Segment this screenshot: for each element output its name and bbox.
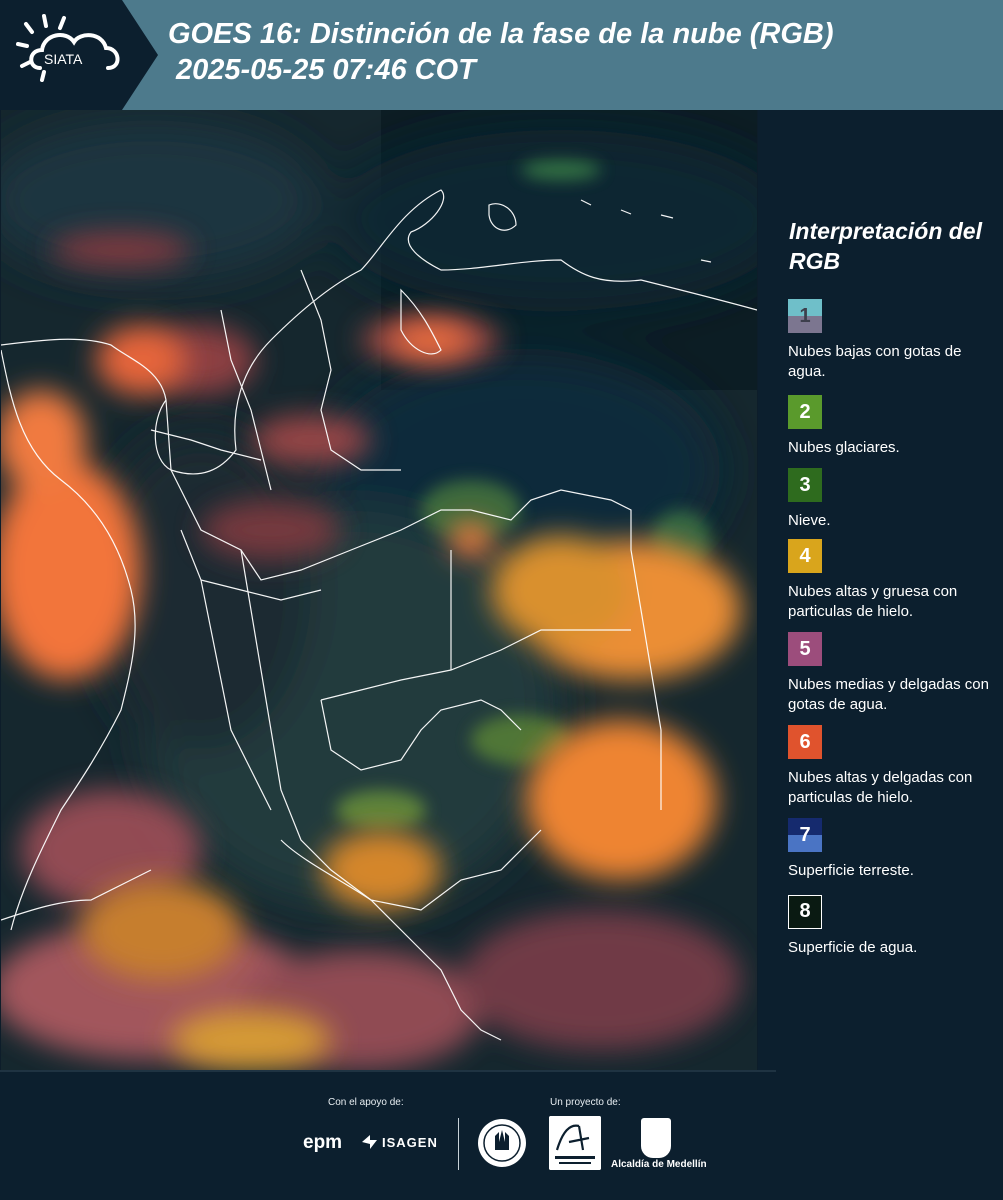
legend-title: Interpretación del RGB	[789, 218, 982, 274]
header: SIATA GOES 16: Distinción de la fase de …	[0, 0, 1003, 110]
legend-swatch-5: 5	[788, 632, 822, 666]
epm-logo: epm	[303, 1132, 343, 1153]
legend-swatch-8: 8	[788, 895, 822, 929]
title-block: GOES 16: Distinción de la fase de la nub…	[168, 16, 988, 88]
page-title: GOES 16: Distinción de la fase de la nub…	[168, 18, 834, 50]
legend-swatch-7: 7	[788, 818, 822, 852]
legend-label-6: Nubes altas y delgadas con particulas de…	[788, 769, 973, 806]
legend-item-6: 6 Nubes altas y delgadas con particulas …	[788, 725, 1000, 808]
legend-label-2: Nubes glaciares.	[788, 439, 900, 456]
footer: Con el apoyo de: Un proyecto de: epm ISA…	[0, 1070, 1003, 1200]
project-label: Un proyecto de:	[550, 1097, 621, 1108]
alcaldia-logo: Alcaldía de Medellín	[611, 1159, 707, 1170]
legend-label-4: Nubes altas y gruesa con particulas de h…	[788, 583, 958, 620]
siata-logo: SIATA	[16, 14, 120, 82]
isagen-icon	[362, 1135, 377, 1149]
legend-item-3: 3 Nieve.	[788, 468, 1000, 531]
legend-swatch-2: 2	[788, 395, 822, 429]
satellite-map-image	[1, 110, 757, 1070]
satellite-map	[1, 110, 757, 1070]
legend-item-7: 7 Superficie terreste.	[788, 818, 1000, 881]
legend-item-4: 4 Nubes altas y gruesa con particulas de…	[788, 539, 1000, 622]
isagen-logo: ISAGEN	[382, 1135, 438, 1150]
legend-swatch-6: 6	[788, 725, 822, 759]
legend-label-3: Nieve.	[788, 512, 831, 529]
legend-swatch-3: 3	[788, 468, 822, 502]
legend-item-2: 2 Nubes glaciares.	[788, 395, 1000, 458]
legend-item-1: 1 Nubes bajas con gotas de agua.	[788, 299, 1000, 382]
svg-text:SIATA: SIATA	[44, 51, 83, 67]
legend-label-8: Superficie de agua.	[788, 939, 918, 956]
legend-item-8: 8 Superficie de agua.	[788, 895, 1000, 958]
legend-swatch-1: 1	[788, 299, 822, 333]
legend-label-5: Nubes medias y delgadas con gotas de agu…	[788, 676, 989, 713]
legend-label-7: Superficie terreste.	[788, 862, 914, 879]
medellin-seal-icon	[478, 1119, 526, 1167]
footer-divider	[0, 1070, 776, 1072]
area-metropolitana-logo	[549, 1116, 601, 1170]
support-label: Con el apoyo de:	[328, 1097, 404, 1108]
legend-label-1: Nubes bajas con gotas de agua.	[788, 343, 962, 380]
legend-item-5: 5 Nubes medias y delgadas con gotas de a…	[788, 632, 1000, 715]
footer-vertical-divider	[458, 1118, 459, 1170]
legend-swatch-4: 4	[788, 539, 822, 573]
legend-panel: Interpretación del RGB 1 Nubes bajas con…	[758, 110, 1003, 1070]
timestamp: 2025-05-25 07:46 COT	[176, 54, 476, 86]
alcaldia-shield-icon	[641, 1118, 671, 1158]
